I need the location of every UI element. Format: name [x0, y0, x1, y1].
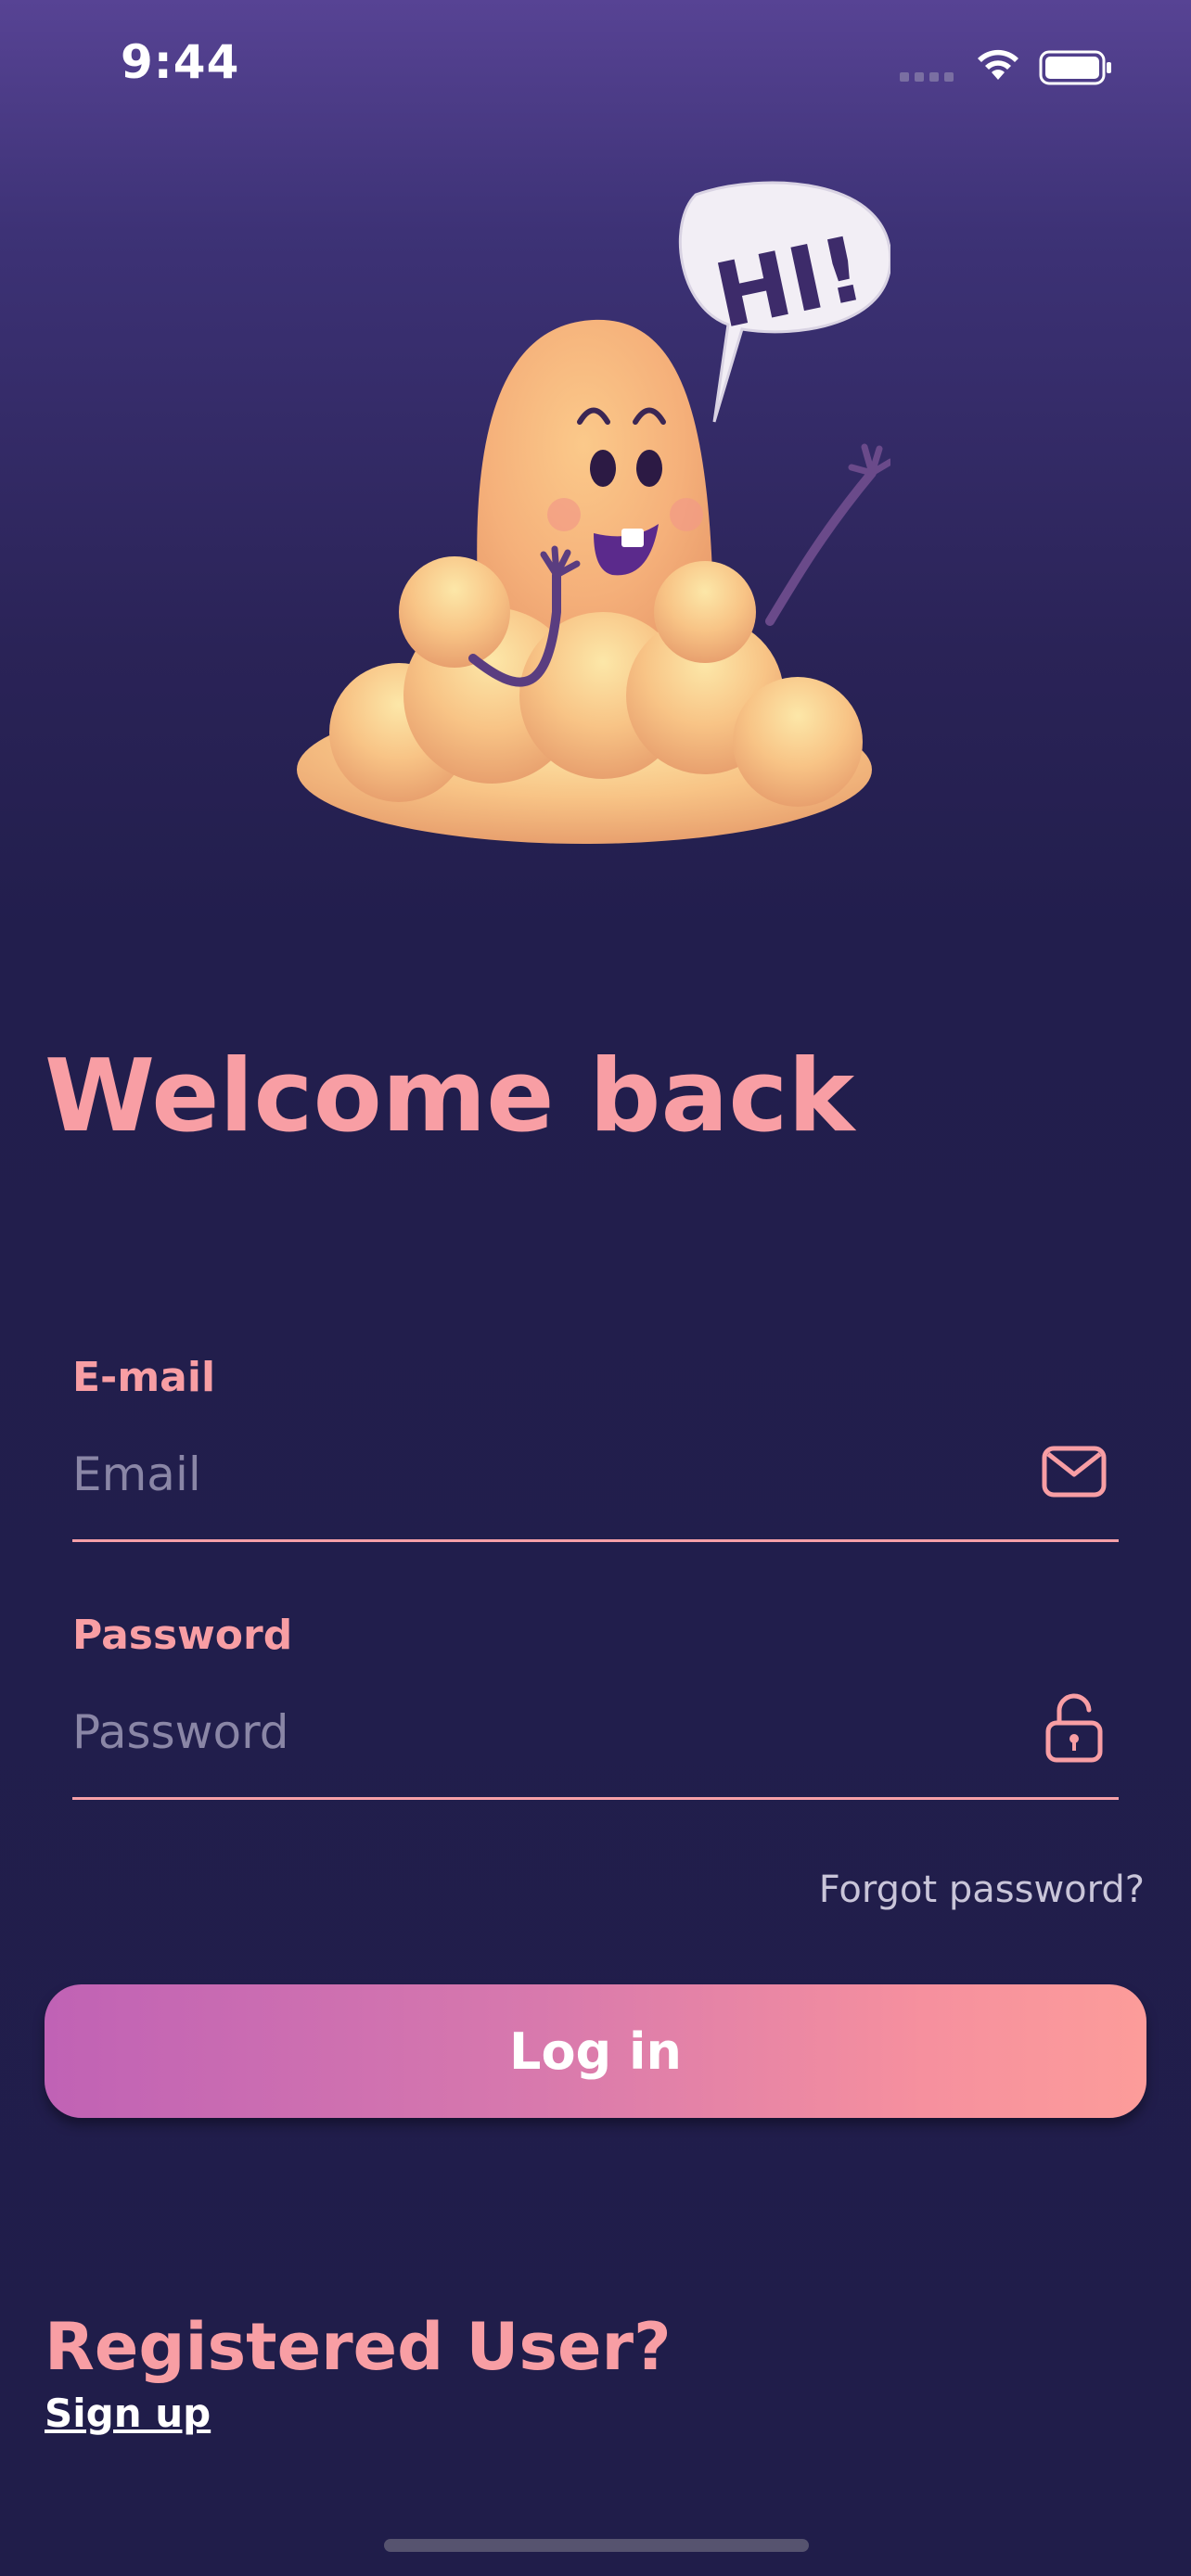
wifi-icon	[978, 49, 1018, 80]
password-underline	[72, 1797, 1119, 1800]
password-input[interactable]	[72, 1690, 1000, 1774]
page-title: Welcome back	[45, 1039, 855, 1154]
email-underline	[72, 1539, 1119, 1542]
mail-icon[interactable]	[1039, 1437, 1109, 1508]
password-label: Password	[72, 1612, 293, 1659]
email-label: E-mail	[72, 1354, 216, 1401]
registered-user-heading: Registered User?	[45, 2309, 672, 2385]
unlock-icon[interactable]	[1039, 1693, 1109, 1764]
email-input[interactable]	[72, 1433, 1000, 1516]
home-indicator[interactable]	[384, 2539, 809, 2552]
battery-icon	[1039, 50, 1111, 85]
status-time: 9:44	[121, 35, 240, 89]
signal-icon	[900, 72, 957, 82]
status-bar: 9:44	[0, 0, 1191, 130]
waving-cloud-mascot-illustration: HI!	[297, 181, 890, 844]
sign-up-link[interactable]: Sign up	[45, 2391, 211, 2436]
forgot-password-link[interactable]: Forgot password?	[819, 1868, 1145, 1911]
login-button[interactable]: Log in	[45, 1984, 1146, 2118]
